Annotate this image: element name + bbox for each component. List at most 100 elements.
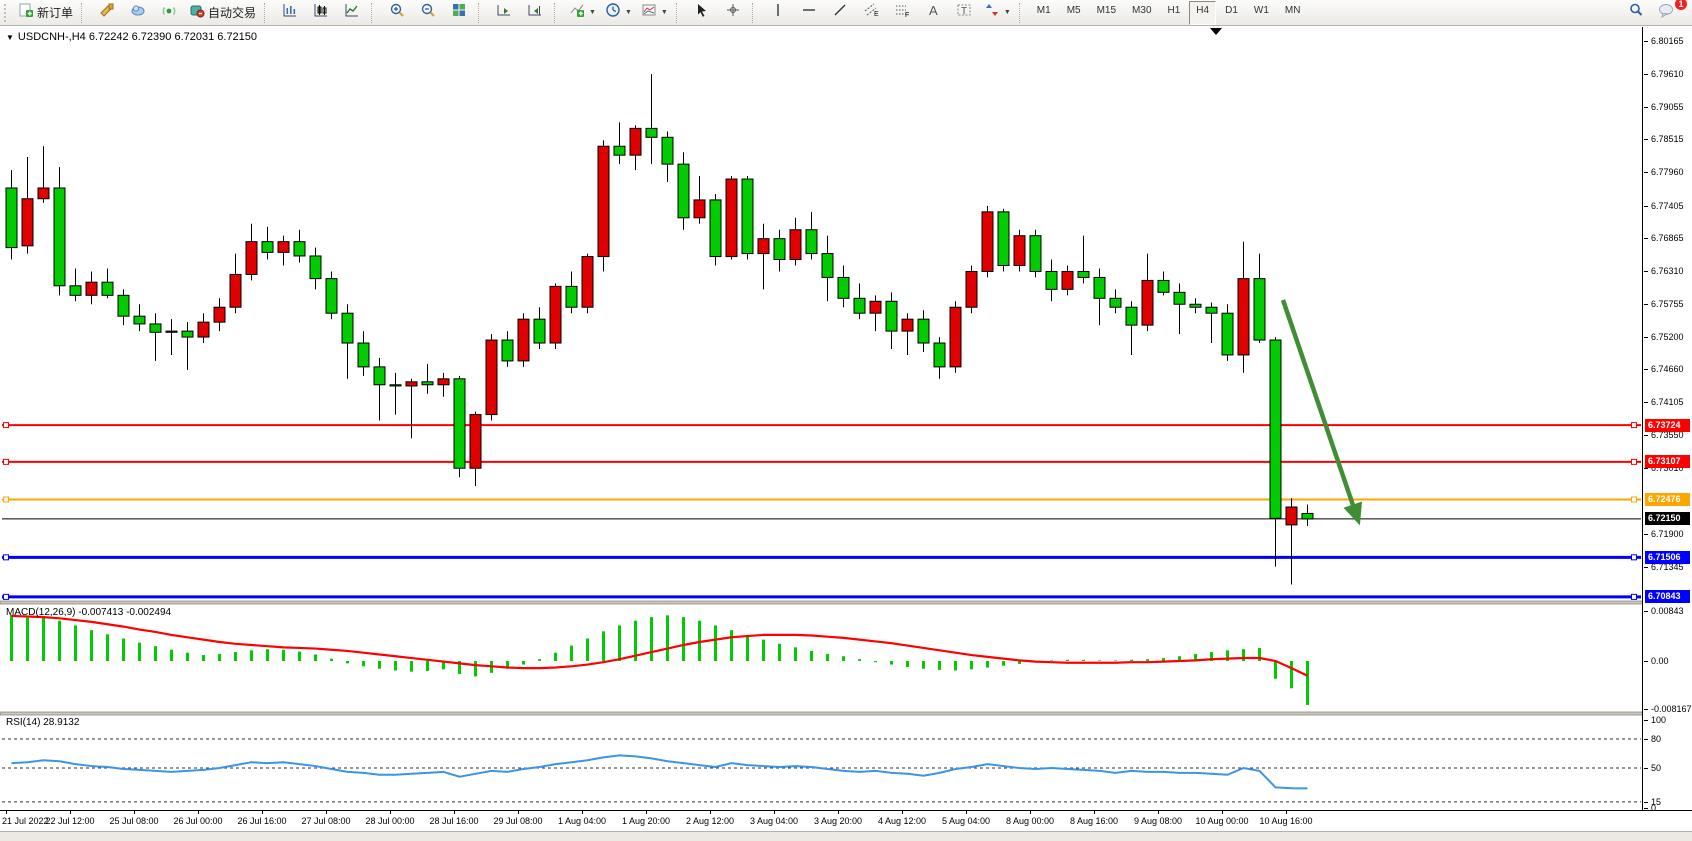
autotrade-icon: [189, 2, 205, 23]
chart-area[interactable]: ▼USDCNH-,H4 6.72242 6.72390 6.72031 6.72…: [0, 27, 1643, 810]
candle-body: [694, 200, 705, 218]
hline-handle[interactable]: [4, 555, 9, 560]
timeframe-H4[interactable]: H4: [1189, 1, 1216, 25]
time-tick: [902, 811, 903, 814]
time-tick-label: 10 Aug 16:00: [1259, 816, 1312, 826]
time-tick: [1222, 811, 1223, 814]
timeframe-M5[interactable]: M5: [1060, 1, 1088, 25]
periods-button[interactable]: ▼: [601, 1, 636, 25]
axis-tick: [1644, 661, 1648, 662]
pane-bg: [0, 27, 1643, 810]
zoom-in-button[interactable]: [382, 1, 412, 25]
candle-body: [758, 239, 769, 254]
hline-handle[interactable]: [1632, 459, 1637, 464]
price-tick-label: 6.75755: [1651, 299, 1684, 309]
axis-tick: [1644, 74, 1648, 75]
candle-body: [934, 343, 945, 367]
line-chart-button[interactable]: [337, 1, 367, 25]
autotrade-button[interactable]: 自动交易: [185, 1, 260, 25]
candle-body: [38, 188, 49, 199]
arrows-button[interactable]: ▼: [980, 1, 1015, 25]
candle-body: [422, 382, 433, 385]
sep-main-macd[interactable]: [0, 601, 1643, 604]
price-axis[interactable]: 6.801656.796106.790556.785156.779606.774…: [1644, 27, 1692, 831]
time-tick: [710, 811, 711, 814]
time-tick: [70, 811, 71, 814]
candle-body: [790, 230, 801, 260]
candle-body: [502, 340, 513, 361]
candle-body: [1110, 298, 1121, 307]
hline-handle[interactable]: [1632, 555, 1637, 560]
candle-body: [54, 188, 65, 286]
candle-body: [22, 199, 33, 246]
indicators-button[interactable]: ▼: [565, 1, 600, 25]
auto-scroll-button[interactable]: [489, 1, 519, 25]
new-order-button[interactable]: 新订单: [14, 1, 77, 25]
candle-body: [1254, 279, 1265, 340]
text-icon: A: [925, 2, 941, 23]
timeframe-W1[interactable]: W1: [1247, 1, 1276, 25]
candlestick-chart-button[interactable]: [306, 1, 336, 25]
macd-scale-label: 0.00: [1651, 656, 1669, 666]
trendline-icon: [832, 2, 848, 23]
hline-handle[interactable]: [4, 423, 9, 428]
hline-handle[interactable]: [4, 594, 9, 599]
signals-button[interactable]: [154, 1, 184, 25]
time-axis[interactable]: 21 Jul 202222 Jul 12:0025 Jul 08:0026 Ju…: [0, 810, 1692, 832]
price-tick-label: 6.71900: [1651, 529, 1684, 539]
channel-button[interactable]: E: [856, 1, 886, 25]
time-tick: [646, 811, 647, 814]
cursor-button[interactable]: [687, 1, 717, 25]
timeframe-D1[interactable]: D1: [1218, 1, 1245, 25]
candle-body: [470, 415, 481, 469]
time-tick: [838, 811, 839, 814]
toolbar-grip[interactable]: [4, 4, 10, 22]
candle-body: [838, 277, 849, 298]
timeframe-M30[interactable]: M30: [1125, 1, 1158, 25]
candle-body: [1174, 292, 1185, 304]
time-tick-label: 26 Jul 00:00: [173, 816, 222, 826]
horizontal-line-button[interactable]: [794, 1, 824, 25]
chart-canvas[interactable]: [0, 27, 1643, 810]
timeframe-H1[interactable]: H1: [1161, 1, 1188, 25]
bar-chart-button[interactable]: [275, 1, 305, 25]
hline-handle[interactable]: [4, 497, 9, 502]
toolbar-separator: [554, 3, 561, 23]
chart-shift-button[interactable]: [520, 1, 550, 25]
chat-button[interactable]: 1: [1652, 1, 1682, 25]
timeframe-MN[interactable]: MN: [1278, 1, 1308, 25]
fibonacci-button[interactable]: F: [887, 1, 917, 25]
price-line-label: 6.72150: [1645, 512, 1690, 525]
styler-button[interactable]: [92, 1, 122, 25]
text-label-button[interactable]: T: [949, 1, 979, 25]
vertical-line-icon: [770, 2, 786, 23]
text-button[interactable]: A: [918, 1, 948, 25]
hline-handle[interactable]: [1632, 423, 1637, 428]
terminal-button[interactable]: [123, 1, 153, 25]
axis-tick: [1644, 369, 1648, 370]
price-tick-label: 6.78515: [1651, 134, 1684, 144]
candlestick-chart-icon: [313, 2, 329, 23]
symbol-dropdown-icon[interactable]: ▼: [6, 33, 14, 42]
hline-handle[interactable]: [1632, 497, 1637, 502]
tile-windows-button[interactable]: [444, 1, 474, 25]
mt4-window: 新订单 自动交易 ▼ ▼ ▼ E F A: [0, 0, 1692, 841]
toolbar-separator: [81, 3, 88, 23]
timeframe-M15[interactable]: M15: [1090, 1, 1123, 25]
search-button[interactable]: [1621, 1, 1651, 25]
time-tick: [390, 811, 391, 814]
crosshair-button[interactable]: [718, 1, 748, 25]
axis-tick: [1644, 534, 1648, 535]
candle-body: [438, 379, 449, 385]
templates-button[interactable]: ▼: [637, 1, 672, 25]
hline-handle[interactable]: [1632, 594, 1637, 599]
sep-macd-rsi[interactable]: [0, 712, 1643, 715]
hline-handle[interactable]: [4, 459, 9, 464]
timeframe-M1[interactable]: M1: [1030, 1, 1058, 25]
vertical-line-button[interactable]: [763, 1, 793, 25]
trendline-button[interactable]: [825, 1, 855, 25]
timeframe-group: M1M5M15M30H1H4D1W1MN: [1030, 1, 1308, 25]
time-tick-label: 10 Aug 00:00: [1195, 816, 1248, 826]
zoom-out-button[interactable]: [413, 1, 443, 25]
candle-body: [1078, 271, 1089, 277]
